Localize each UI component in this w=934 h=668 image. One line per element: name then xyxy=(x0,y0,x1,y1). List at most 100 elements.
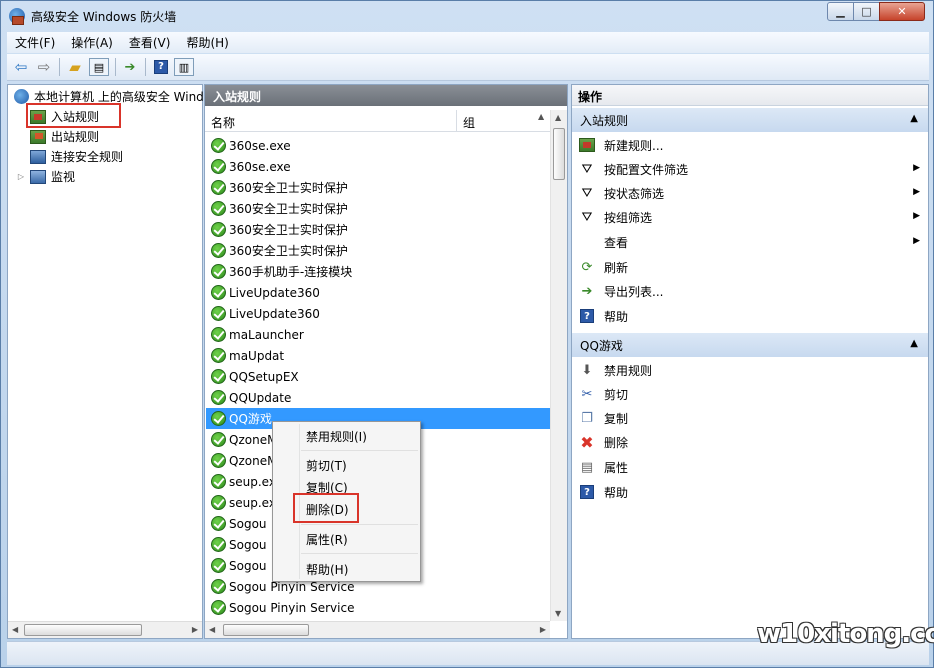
action-copy[interactable]: ❐ 复制 xyxy=(572,406,928,430)
action-refresh[interactable]: ⟳ 刷新 xyxy=(572,255,928,279)
action-label: 导出列表... xyxy=(604,284,664,299)
action-label: 查看 xyxy=(604,235,629,250)
menu-bar: 文件(F) 操作(A) 查看(V) 帮助(H) xyxy=(7,32,929,53)
rules-pane-header: 入站规则 xyxy=(205,85,567,106)
actions-section-qqgame[interactable]: QQ游戏 ▲ xyxy=(572,333,928,357)
column-header-name[interactable]: 名称 xyxy=(211,114,235,131)
rule-name: LiveUpdate360 xyxy=(229,285,320,300)
tree-item-connection-security-rules[interactable]: 连接安全规则 xyxy=(30,147,123,166)
export-list-icon[interactable]: ➔ xyxy=(120,58,140,76)
action-cut[interactable]: ✂ 剪切 xyxy=(572,382,928,406)
action-view[interactable]: 查看 ▶ xyxy=(572,230,928,254)
table-row[interactable]: 360安全卫士实时保护 xyxy=(206,240,550,261)
rule-name: QQ游戏 xyxy=(229,412,272,426)
action-help[interactable]: ? 帮助 xyxy=(572,480,928,504)
enabled-check-icon xyxy=(211,369,226,384)
toolbar: ⇦ ⇨ ▰ ▤ ➔ ? ▥ xyxy=(7,54,929,81)
table-row[interactable]: 360安全卫士实时保护 xyxy=(206,198,550,219)
table-row[interactable]: QQUpdate xyxy=(206,387,550,408)
rule-name: seup.ex xyxy=(229,474,276,489)
action-disable-rule[interactable]: ⬇ 禁用规则 xyxy=(572,358,928,382)
minimize-button[interactable]: ▁ xyxy=(827,2,854,21)
rules-horizontal-scrollbar[interactable]: ◀ ▶ xyxy=(205,621,550,638)
actions-section-inbound[interactable]: 入站规则 ▲ xyxy=(572,108,928,132)
action-filter-by-profile[interactable]: ⛛ 按配置文件筛选 ▶ xyxy=(572,157,928,181)
close-icon: ✕ xyxy=(897,5,907,18)
enabled-check-icon xyxy=(211,495,226,510)
action-export-list[interactable]: ➔ 导出列表... xyxy=(572,279,928,303)
action-label: 按组筛选 xyxy=(604,210,653,225)
submenu-arrow-icon: ▶ xyxy=(913,187,920,197)
tree-horizontal-scrollbar[interactable]: ◀ ▶ xyxy=(8,621,202,638)
menu-view[interactable]: 查看(V) xyxy=(121,34,179,51)
collapse-arrow-icon[interactable]: ▲ xyxy=(910,113,918,124)
action-delete[interactable]: ✖ 删除 xyxy=(572,430,928,454)
column-divider[interactable] xyxy=(456,110,457,132)
table-row[interactable]: 360安全卫士实时保护 xyxy=(206,177,550,198)
action-label: 复制 xyxy=(604,411,629,426)
rule-name: Sogou xyxy=(229,537,267,552)
column-header-group[interactable]: 组 xyxy=(463,114,475,131)
action-new-rule[interactable]: 新建规则... xyxy=(572,133,928,157)
submenu-arrow-icon: ▶ xyxy=(913,211,920,221)
rule-name: 360se.exe xyxy=(229,159,291,174)
expand-arrow-icon[interactable]: ▷ xyxy=(16,172,26,181)
forward-arrow-icon[interactable]: ⇨ xyxy=(34,58,54,76)
menu-file[interactable]: 文件(F) xyxy=(7,34,63,51)
back-arrow-icon[interactable]: ⇦ xyxy=(11,58,31,76)
show-hide-tree-icon[interactable]: ▤ xyxy=(89,58,109,76)
scrollbar-thumb[interactable] xyxy=(223,624,309,636)
table-row[interactable]: 360手机助手-连接模块 xyxy=(206,261,550,282)
window-title: 高级安全 Windows 防火墙 xyxy=(31,10,177,24)
scrollbar-thumb[interactable] xyxy=(553,128,565,180)
rule-name: Sogou xyxy=(229,516,267,531)
tree-item-outbound-rules[interactable]: 出站规则 xyxy=(30,127,99,146)
collapse-arrow-icon[interactable]: ▲ xyxy=(910,338,918,349)
action-label: 禁用规则 xyxy=(604,363,653,378)
table-row[interactable]: 360se.exe xyxy=(206,135,550,156)
submenu-arrow-icon: ▶ xyxy=(913,236,920,246)
maximize-button[interactable]: □ xyxy=(853,2,880,21)
scroll-left-icon[interactable]: ◀ xyxy=(209,625,215,634)
enabled-check-icon xyxy=(211,306,226,321)
action-properties[interactable]: ▤ 属性 xyxy=(572,455,928,479)
delete-x-icon: ✖ xyxy=(580,432,594,452)
up-folder-icon[interactable]: ▰ xyxy=(65,58,85,76)
table-row[interactable]: Sogou Pinyin Service xyxy=(206,597,550,618)
action-label: 按状态筛选 xyxy=(604,186,665,201)
menu-separator xyxy=(301,524,418,525)
copy-icon: ❐ xyxy=(581,410,593,426)
scrollbar-thumb[interactable] xyxy=(24,624,142,636)
actions-title: 操作 xyxy=(572,85,928,106)
table-row[interactable]: maUpdat xyxy=(206,345,550,366)
table-row[interactable]: 360安全卫士实时保护 xyxy=(206,219,550,240)
show-hide-action-pane-icon[interactable]: ▥ xyxy=(174,58,194,76)
menu-help[interactable]: 帮助(H) xyxy=(178,34,236,51)
context-disable-rule[interactable]: 禁用规则(I) xyxy=(306,428,367,445)
table-row[interactable]: LiveUpdate360 xyxy=(206,303,550,324)
scroll-right-icon[interactable]: ▶ xyxy=(192,625,198,634)
table-row[interactable]: QQSetupEX xyxy=(206,366,550,387)
table-row[interactable]: LiveUpdate360 xyxy=(206,282,550,303)
table-row[interactable]: maLauncher xyxy=(206,324,550,345)
action-help[interactable]: ? 帮助 xyxy=(572,304,928,328)
action-filter-by-state[interactable]: ⛛ 按状态筛选 ▶ xyxy=(572,181,928,205)
actions-pane: 操作 入站规则 ▲ 新建规则... ⛛ 按配置文件筛选 ▶ ⛛ 按状态筛选 ▶ … xyxy=(571,84,929,639)
enabled-check-icon xyxy=(211,159,226,174)
context-help[interactable]: 帮助(H) xyxy=(306,561,348,578)
scroll-down-icon[interactable]: ▼ xyxy=(555,609,561,618)
close-button[interactable]: ✕ xyxy=(879,2,925,21)
scroll-right-icon[interactable]: ▶ xyxy=(540,625,546,634)
menu-action[interactable]: 操作(A) xyxy=(63,34,121,51)
tree-item-monitoring[interactable]: ▷ 监视 xyxy=(16,167,75,186)
context-cut[interactable]: 剪切(T) xyxy=(306,457,347,474)
action-filter-by-group[interactable]: ⛛ 按组筛选 ▶ xyxy=(572,205,928,229)
help-icon[interactable]: ? xyxy=(151,58,171,76)
scroll-up-icon[interactable]: ▲ xyxy=(555,113,561,122)
watermark-logo: w10xitong.com xyxy=(757,619,934,649)
context-properties[interactable]: 属性(R) xyxy=(306,531,348,548)
enabled-check-icon xyxy=(211,537,226,552)
scroll-left-icon[interactable]: ◀ xyxy=(12,625,18,634)
table-row[interactable]: 360se.exe xyxy=(206,156,550,177)
rules-vertical-scrollbar[interactable]: ▲ ▼ xyxy=(550,110,567,621)
